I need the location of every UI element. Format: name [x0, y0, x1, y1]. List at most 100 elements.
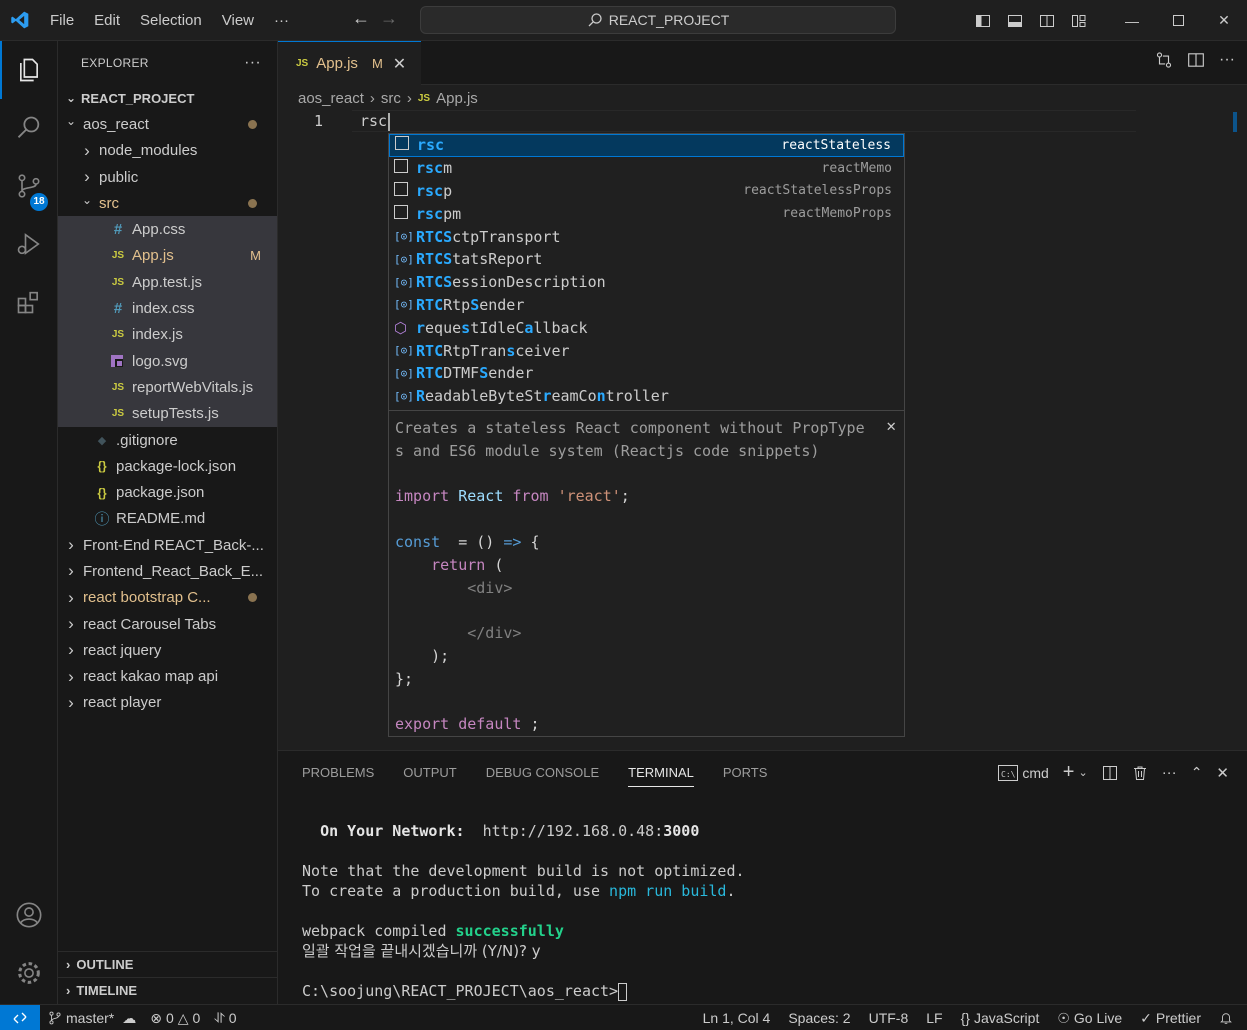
minimize-icon[interactable]: — [1109, 0, 1155, 41]
close-tab-icon[interactable]: ✕ [393, 54, 406, 74]
maximize-icon[interactable] [1155, 0, 1201, 41]
menu-selection[interactable]: Selection [130, 0, 212, 41]
compare-changes-icon[interactable] [1155, 51, 1173, 69]
run-debug-icon[interactable] [0, 215, 58, 273]
toggle-panel-icon[interactable] [1007, 13, 1039, 29]
tree-item[interactable]: › react jquery [58, 637, 277, 663]
chevron-down-icon[interactable]: ⌄ [1078, 766, 1087, 779]
suggestion-item[interactable]: [⊙]ReadableByteStreamControllerReadableB… [389, 385, 904, 408]
tree-item[interactable]: › react Carousel Tabs [58, 611, 277, 637]
notifications-bell-icon[interactable] [1219, 1011, 1233, 1025]
breadcrumb-folder[interactable]: aos_react [298, 90, 364, 107]
split-terminal-icon[interactable] [1102, 765, 1118, 781]
suggestion-item[interactable]: rscpm reactMemoProps [389, 202, 904, 225]
tree-item[interactable]: JS App.js M [58, 242, 277, 270]
toggle-sidebar-icon[interactable] [975, 13, 1007, 29]
tree-item[interactable]: # index.css [58, 295, 277, 322]
suggestion-label-rendered: RTCSctpTransport [416, 227, 561, 246]
tree-item[interactable]: {} package-lock.json [58, 453, 277, 479]
menu-edit[interactable]: Edit [84, 0, 130, 41]
status-right: Ln 1, Col 4 Spaces: 2 UTF-8 LF {} JavaScr… [703, 1005, 1233, 1030]
toggle-secondary-sidebar-icon[interactable] [1039, 13, 1071, 29]
tree-item[interactable]: › react bootstrap C... [58, 585, 277, 611]
suggestion-item[interactable]: [⊙]RTCSessionDescriptionRTCSessionDescri… [389, 271, 904, 294]
code-line[interactable]: rsc [360, 112, 391, 131]
tree-item[interactable]: ◆ .gitignore [58, 427, 277, 453]
tab-output[interactable]: OUTPUT [403, 765, 456, 780]
search-icon[interactable] [0, 99, 58, 157]
more-actions-icon[interactable]: ··· [1219, 51, 1235, 69]
breadcrumb-file[interactable]: App.js [436, 90, 478, 107]
settings-gear-icon[interactable] [0, 944, 58, 1002]
prettier[interactable]: ✓ Prettier [1140, 1010, 1201, 1027]
maximize-panel-icon[interactable]: ⌃ [1191, 764, 1203, 781]
tree-item[interactable]: › Front-End REACT_Back-... [58, 532, 277, 558]
split-editor-icon[interactable] [1187, 51, 1205, 69]
more-actions-icon[interactable]: ··· [244, 54, 261, 72]
menu-more[interactable]: ··· [264, 0, 299, 41]
tree-item[interactable]: # App.css [58, 216, 277, 243]
tree-item[interactable]: JS reportWebVitals.js [58, 374, 277, 401]
problems-indicator[interactable]: ⊗ 0 △ 0 [150, 1010, 200, 1027]
suggestion-item[interactable]: ⬡requestIdleCallbackrequestIdleCallback [389, 316, 904, 339]
extensions-icon[interactable] [0, 273, 58, 331]
suggestion-item[interactable]: [⊙]RTCRtpTransceiverRTCRtpTransceiver [389, 339, 904, 362]
tree-item[interactable]: JS setupTests.js [58, 400, 277, 427]
suggestion-item[interactable]: [⊙]RTCDTMFSenderRTCDTMFSender [389, 362, 904, 385]
tree-item[interactable]: › node_modules [58, 138, 277, 164]
tree-item[interactable]: › Frontend_React_Back_E... [58, 558, 277, 584]
tree-item[interactable]: ⓘ README.md [58, 506, 277, 532]
suggestion-item[interactable]: [⊙]RTCRtpSenderRTCRtpSender [389, 294, 904, 317]
suggestion-item[interactable]: rsc reactStateless [389, 134, 904, 157]
tab-debug-console[interactable]: DEBUG CONSOLE [486, 765, 599, 780]
workspace-root[interactable]: ⌄ REACT_PROJECT [58, 85, 277, 111]
back-arrow-icon[interactable]: ← [352, 8, 370, 29]
tab-ports[interactable]: PORTS [723, 765, 768, 780]
go-live[interactable]: ☉ Go Live [1057, 1010, 1122, 1027]
end-of-line[interactable]: LF [926, 1010, 942, 1026]
indentation[interactable]: Spaces: 2 [788, 1010, 850, 1026]
tab-terminal[interactable]: TERMINAL [628, 765, 694, 787]
tree-item[interactable]: › public [58, 164, 277, 190]
encoding[interactable]: UTF-8 [869, 1010, 909, 1026]
tab-problems[interactable]: PROBLEMS [302, 765, 374, 780]
accounts-icon[interactable] [0, 886, 58, 944]
close-panel-icon[interactable]: ✕ [1216, 764, 1229, 782]
command-center[interactable]: REACT_PROJECT [420, 6, 896, 34]
more-actions-icon[interactable]: ··· [1162, 764, 1177, 781]
tree-item[interactable]: {} package.json [58, 479, 277, 505]
close-window-icon[interactable]: ✕ [1201, 0, 1247, 41]
suggestion-item[interactable]: rscm reactMemo [389, 157, 904, 180]
cursor-position[interactable]: Ln 1, Col 4 [703, 1010, 771, 1026]
outline-section[interactable]: › OUTLINE [58, 951, 278, 977]
source-control-icon[interactable]: 18 [0, 157, 58, 215]
tree-item[interactable]: ⌄ aos_react [58, 111, 277, 137]
scrollbar-thumb[interactable] [1233, 112, 1237, 132]
forward-arrow-icon[interactable]: → [380, 8, 398, 29]
tree-item[interactable]: › react kakao map api [58, 664, 277, 690]
tree-item[interactable]: JS index.js [58, 321, 277, 348]
branch-indicator[interactable]: master* ☁ [48, 1010, 136, 1027]
suggestion-item[interactable]: [⊙]RTCStatsReportRTCStatsReport [389, 248, 904, 271]
close-details-icon[interactable]: ✕ [886, 415, 896, 438]
explorer-icon[interactable] [0, 41, 58, 99]
timeline-section[interactable]: › TIMELINE [58, 977, 278, 1003]
breadcrumb-folder[interactable]: src [381, 90, 401, 107]
language-mode[interactable]: {} JavaScript [961, 1010, 1040, 1026]
tree-item[interactable]: logo.svg [58, 347, 277, 375]
terminal-output[interactable]: On Your Network: http://192.168.0.48:300… [302, 821, 745, 1001]
trash-icon[interactable] [1132, 765, 1148, 781]
suggestion-item[interactable]: [⊙]RTCSctpTransportRTCSctpTransport [389, 225, 904, 248]
terminal-shell-selector[interactable]: C:\ cmd [998, 764, 1049, 781]
customize-layout-icon[interactable] [1071, 13, 1103, 29]
ports-indicator[interactable]: ⥯ 0 [214, 1010, 236, 1027]
new-terminal-icon[interactable]: + [1063, 761, 1075, 784]
tab-app-js[interactable]: JS App.js M ✕ [278, 41, 421, 85]
tree-item[interactable]: ⌄ src [58, 190, 277, 216]
tree-item[interactable]: JS App.test.js [58, 269, 277, 296]
menu-view[interactable]: View [212, 0, 264, 41]
suggestion-item[interactable]: rscp reactStatelessProps [389, 180, 904, 203]
tree-item[interactable]: › react player [58, 690, 277, 716]
menu-file[interactable]: File [40, 0, 84, 41]
remote-indicator-icon[interactable] [0, 1005, 40, 1030]
